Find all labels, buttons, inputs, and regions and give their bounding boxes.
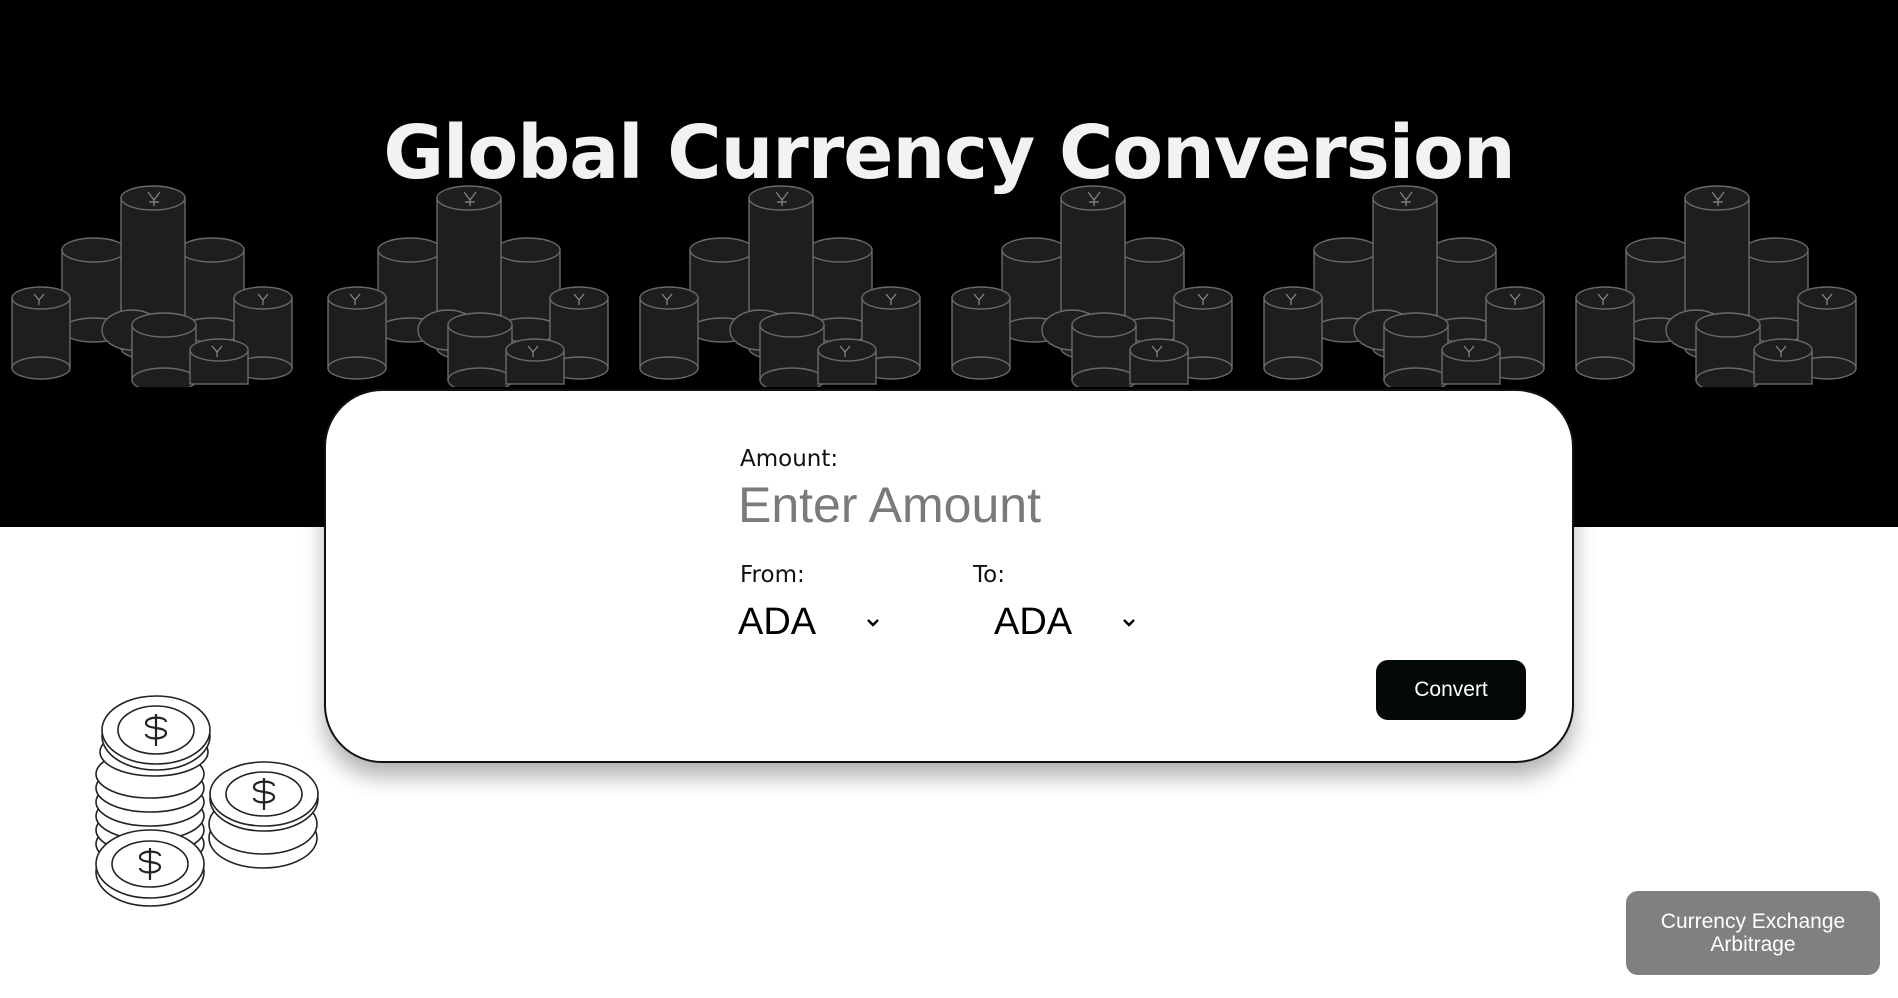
dollar-coins-icon [95,695,319,907]
from-label: From: [740,562,805,588]
to-label: To: [973,562,1005,588]
to-currency-value: ADA [994,600,1073,643]
converter-card: Amount: From: ADA To: ADA Convert [324,389,1574,763]
from-currency-select[interactable]: ADA [738,594,898,650]
convert-button[interactable]: Convert [1376,660,1526,720]
page-title: Global Currency Conversion [383,110,1515,196]
amount-input[interactable] [738,473,1258,537]
chevron-down-icon [867,619,879,627]
currency-exchange-arbitrage-button[interactable]: Currency Exchange Arbitrage [1626,891,1880,975]
chevron-down-icon [1123,619,1135,627]
from-currency-value: ADA [738,600,817,643]
coin-stack-icon [11,185,1857,387]
amount-label: Amount: [740,446,839,472]
to-currency-select[interactable]: ADA [994,594,1154,650]
